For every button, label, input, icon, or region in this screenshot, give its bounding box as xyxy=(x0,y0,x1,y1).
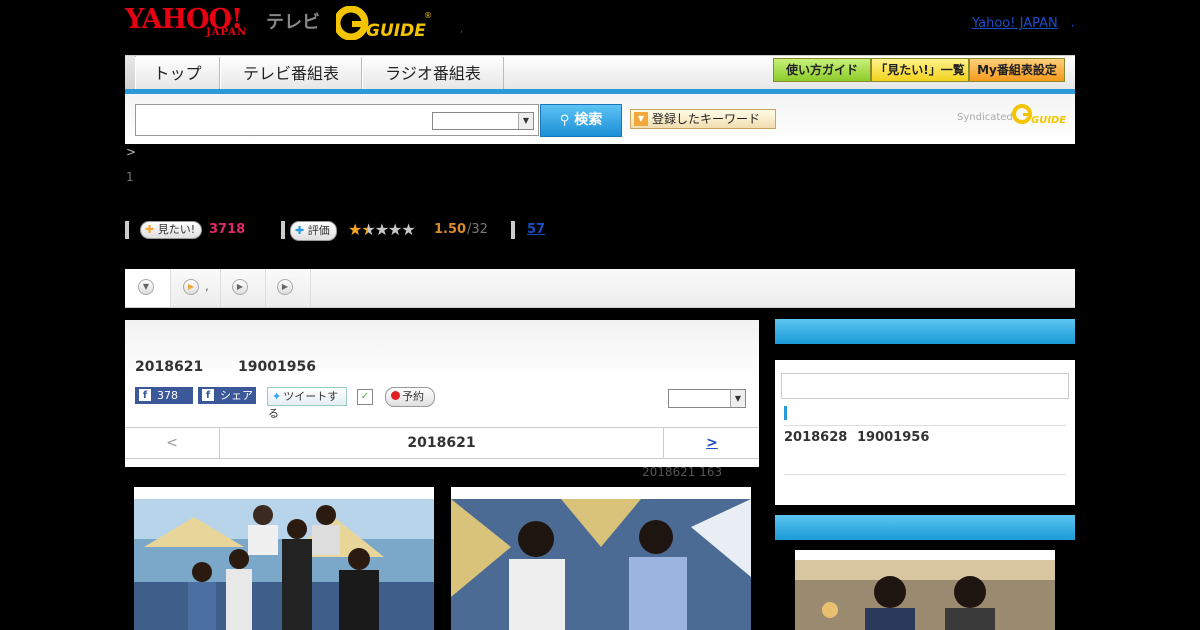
plus-icon: ✚ xyxy=(295,224,305,237)
tv-logo-text: テレビ xyxy=(266,12,320,33)
next-broadcast-date: 2018628 xyxy=(784,430,848,445)
side-photo[interactable] xyxy=(795,550,1055,630)
mitai-label: 見たい! xyxy=(157,223,196,236)
header-link-dot[interactable]: , xyxy=(460,24,463,35)
program-tabs: ▼ ▶ , ▶ ▶ xyxy=(125,269,1075,308)
side-input[interactable] xyxy=(781,373,1069,399)
play-icon: ▶ xyxy=(277,279,293,295)
g-guide-logo[interactable]: GUIDE ® xyxy=(333,5,432,41)
twitter-icon: ✦ xyxy=(272,390,282,403)
side-panel-photos xyxy=(775,515,1075,630)
star-icon: ★ xyxy=(361,220,375,239)
my-schedule-settings-button[interactable]: My番組表設定 xyxy=(969,58,1065,82)
program-date: 2018621 xyxy=(135,359,204,375)
program-photo-2[interactable] xyxy=(451,487,751,630)
side-panel-next: 2018628 19001956 xyxy=(775,319,1075,505)
chevron-down-icon: ▼ xyxy=(730,390,745,407)
registered-keywords-button[interactable]: ▼ 登録したキーワード xyxy=(630,109,776,129)
facebook-share-button[interactable]: f シェア xyxy=(198,387,256,404)
syndicated-g-guide-logo: GUIDE xyxy=(1012,103,1068,128)
main-nav: トップ テレビ番組表 ラジオ番組表 使い方ガイド 「見たい!」一覧 My番組表設… xyxy=(125,55,1075,90)
star-rating: ★★★★★ xyxy=(348,220,416,239)
tab-play-1[interactable]: ▶ , xyxy=(170,269,221,307)
divider xyxy=(281,221,285,239)
reserve-label: 予約 xyxy=(402,390,424,403)
hyouka-button[interactable]: ✚ 評価 xyxy=(290,221,337,241)
header-link-dot-2[interactable]: , xyxy=(1071,18,1074,29)
chevron-down-icon: ▼ xyxy=(518,113,533,129)
chevron-down-icon: ▼ xyxy=(138,279,154,295)
facebook-icon: f xyxy=(139,389,151,401)
divider xyxy=(784,425,1066,426)
program-select[interactable]: ▼ xyxy=(668,389,746,408)
facebook-icon: f xyxy=(202,389,214,401)
program-panel: 2018621 19001956 f 378 f シェア ✦ ツイートする ✓ 予約 … xyxy=(125,320,759,467)
hyouka-label: 評価 xyxy=(307,224,330,237)
svg-text:GUIDE: GUIDE xyxy=(366,21,426,40)
divider xyxy=(784,474,1066,475)
mitai-button[interactable]: ✚ 見たい! xyxy=(140,221,203,239)
search-icon: ⚲ xyxy=(559,113,570,128)
prev-date-button[interactable]: < xyxy=(125,428,220,458)
star-icon: ★ xyxy=(401,220,415,239)
facebook-like-button[interactable]: f 378 xyxy=(135,387,193,404)
mixi-check-icon[interactable]: ✓ xyxy=(357,387,375,405)
star-icon: ★ xyxy=(374,220,389,239)
tab-tv-schedule[interactable]: テレビ番組表 xyxy=(220,57,362,90)
tab-program-info[interactable]: ▼ xyxy=(125,269,171,307)
play-icon: ▶ xyxy=(232,279,248,295)
date-navigation: < 2018621 > xyxy=(125,427,759,459)
tab-top[interactable]: トップ xyxy=(135,57,220,90)
rating-score: 1.50 xyxy=(434,222,467,237)
program-meta: 2018621 163 xyxy=(642,465,723,479)
search-button[interactable]: ⚲ 検索 xyxy=(540,104,622,137)
breadcrumb-line: 1 xyxy=(126,170,134,184)
search-area: ▼ ⚲ 検索 ▼ 登録したキーワード Syndicated GUIDE xyxy=(125,94,1075,144)
search-button-label: 検索 xyxy=(574,112,603,128)
record-icon xyxy=(391,391,400,400)
syndicated-label: Syndicated xyxy=(957,112,1013,123)
side-panel-header xyxy=(775,319,1075,344)
tab-radio-schedule[interactable]: ラジオ番組表 xyxy=(362,57,504,90)
usage-guide-button[interactable]: 使い方ガイド xyxy=(773,58,871,82)
tab-play-1-label: , xyxy=(205,279,209,293)
breadcrumb-arrow: > xyxy=(126,145,137,159)
star-icon: ★ xyxy=(388,220,402,239)
side-panel-header xyxy=(775,515,1075,540)
plus-icon: ✚ xyxy=(145,223,155,236)
yahoo-japan-logo-text: JAPAN xyxy=(206,27,248,38)
watchlist-button[interactable]: 「見たい!」一覧 xyxy=(871,58,969,82)
play-icon: ▶ xyxy=(183,279,199,295)
search-category-select[interactable]: ▼ xyxy=(432,112,534,130)
side-accent-mark xyxy=(784,406,787,420)
dropdown-arrow-icon: ▼ xyxy=(634,112,648,126)
program-time: 19001956 xyxy=(238,359,316,375)
tab-play-2[interactable]: ▶ xyxy=(220,269,266,307)
registered-keywords-label: 登録したキーワード xyxy=(652,112,761,126)
divider xyxy=(125,221,129,239)
rating-count: /32 xyxy=(467,222,488,237)
mitai-count: 3718 xyxy=(209,222,246,237)
comments-link[interactable]: 57 xyxy=(527,222,545,237)
next-date-button[interactable]: > xyxy=(663,428,760,458)
divider xyxy=(511,221,515,239)
next-broadcast-time: 19001956 xyxy=(857,430,930,445)
reserve-button[interactable]: 予約 xyxy=(385,387,435,407)
tweet-button[interactable]: ✦ ツイートする xyxy=(267,387,347,420)
tab-play-3[interactable]: ▶ xyxy=(265,269,311,307)
facebook-like-count: 378 xyxy=(157,389,178,402)
side-panel-subheader xyxy=(775,344,1075,360)
svg-text:GUIDE: GUIDE xyxy=(1031,115,1066,125)
facebook-share-label: シェア xyxy=(220,389,253,402)
yahoo-japan-link[interactable]: Yahoo! JAPAN xyxy=(972,16,1058,31)
star-icon: ★ xyxy=(348,220,362,239)
program-photo-1[interactable] xyxy=(134,487,434,630)
svg-text:®: ® xyxy=(424,11,432,20)
current-date: 2018621 xyxy=(407,435,476,451)
